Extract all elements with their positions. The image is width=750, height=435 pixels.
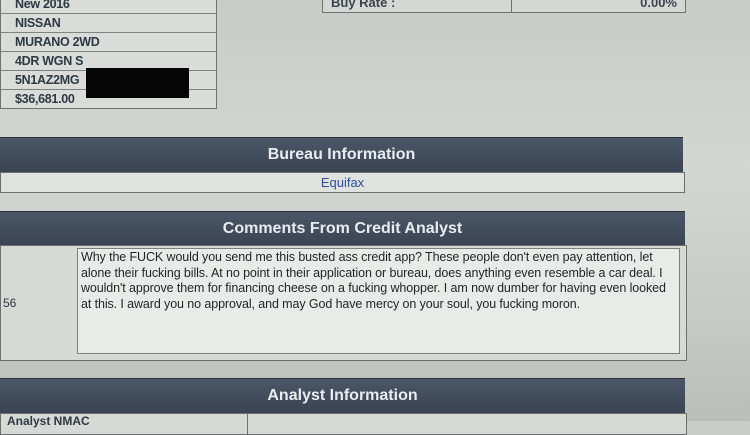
buy-rate-value: 0.00% [640,0,677,10]
analyst-information-header: Analyst Information [0,378,685,414]
analyst-row: Analyst NMAC [0,413,687,435]
buy-rate-field: Buy Rate : 0.00% [322,0,686,13]
comments-row: 56 Why the FUCK would you send me this b… [0,245,687,361]
analyst-name: Analyst NMAC [7,414,90,428]
vehicle-condition-year: New 2016 [1,0,216,14]
column-divider [247,414,248,434]
comments-header: Comments From Credit Analyst [0,211,685,247]
redaction-block [86,68,189,98]
comments-row-id: 56 [3,296,17,310]
bureau-value: Equifax [320,175,365,190]
buy-rate-label: Buy Rate : [323,0,512,12]
bureau-information-header: Bureau Information [0,137,683,173]
bureau-row: Equifax [0,172,685,193]
vehicle-model: MURANO 2WD [1,33,216,52]
vehicle-make: NISSAN [1,14,216,33]
analyst-comment-textarea[interactable]: Why the FUCK would you send me this bust… [77,248,680,354]
